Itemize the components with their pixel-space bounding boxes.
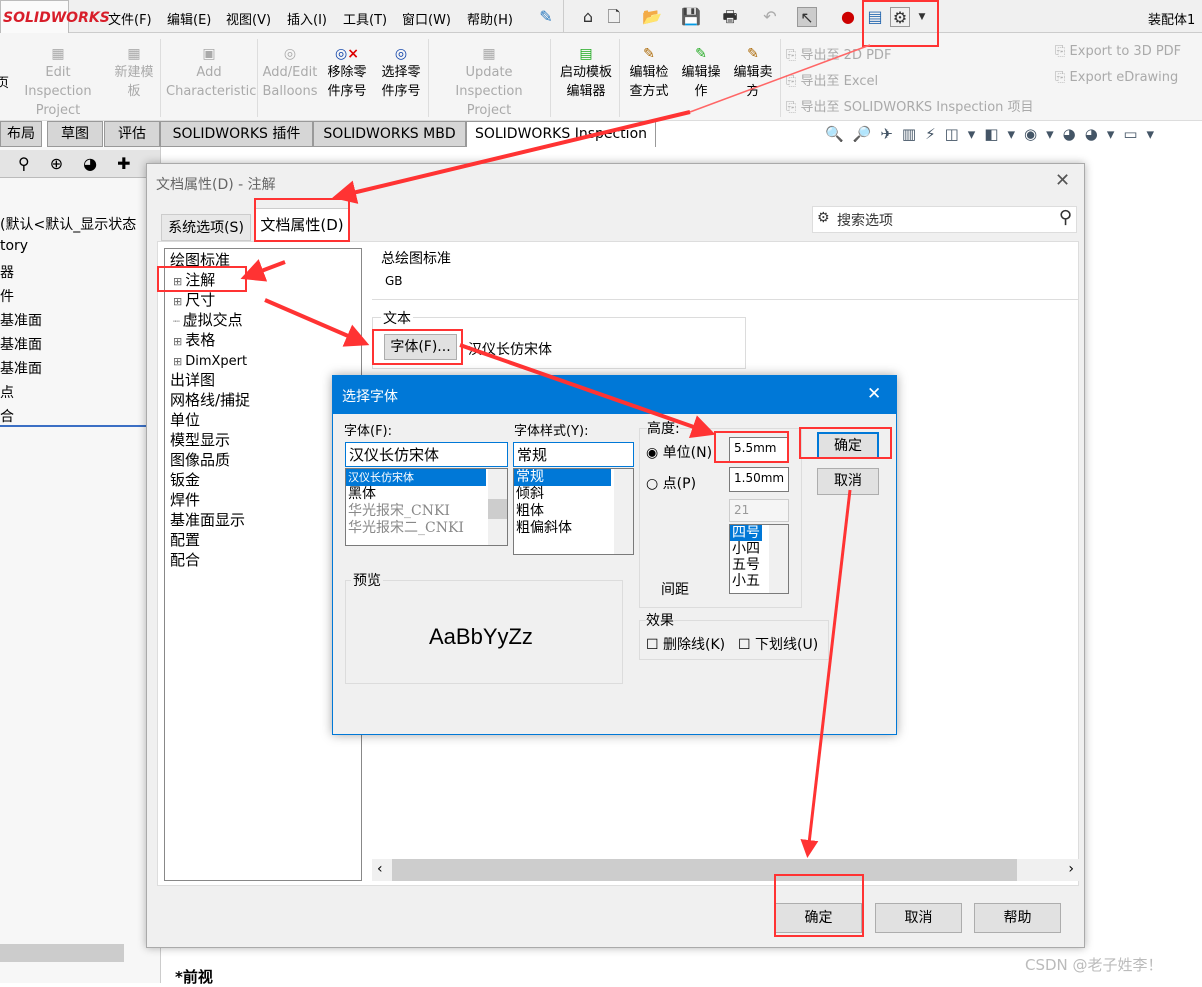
annotation-arrows: [240, 44, 871, 858]
